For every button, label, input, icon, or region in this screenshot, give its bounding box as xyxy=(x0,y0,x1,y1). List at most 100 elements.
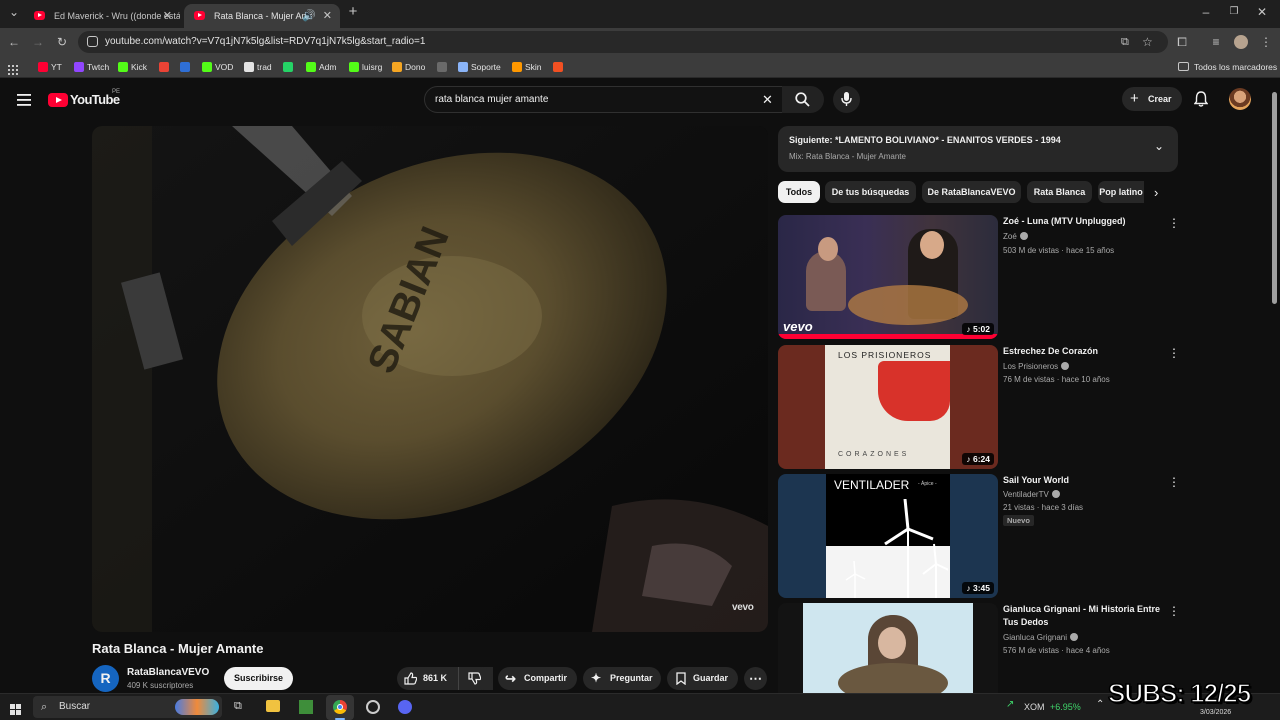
profile-avatar[interactable] xyxy=(1234,35,1248,49)
extensions-icon[interactable]: ⧠ xyxy=(1172,28,1192,56)
search-button[interactable] xyxy=(782,86,824,113)
bookmark-item[interactable]: Skin xyxy=(512,56,542,78)
recommendation-item[interactable]: LOS PRISIONEROS CORAZONES ♪ 6:24 Estrech… xyxy=(778,345,1180,469)
bookmark-item[interactable]: Twtch xyxy=(74,56,109,78)
bookmark-item[interactable] xyxy=(283,56,296,78)
restore-icon[interactable]: ❐ xyxy=(1224,0,1244,26)
scrollbar-thumb[interactable] xyxy=(1272,92,1277,304)
more-actions-button[interactable]: ⋯ xyxy=(744,667,767,690)
channel-name[interactable]: RataBlancaVEVO xyxy=(127,667,209,678)
notifications-bell-icon[interactable] xyxy=(1193,91,1209,107)
chip-rata-blanca[interactable]: Rata Blanca xyxy=(1027,181,1092,203)
recommendation-channel[interactable]: Los Prisioneros xyxy=(1003,362,1070,371)
window-close-icon[interactable]: ✕ xyxy=(1252,0,1272,26)
address-bar[interactable]: youtube.com/watch?v=V7q1jN7k5lg&list=RDV… xyxy=(78,31,1168,53)
audio-playing-icon[interactable]: 🔊 xyxy=(302,4,316,28)
video-player[interactable]: SABIAN vevo xyxy=(92,126,768,632)
search-input[interactable]: rata blanca mujer amante ✕ xyxy=(424,86,783,113)
chip-channel[interactable]: De RataBlancaVEVO xyxy=(922,181,1021,203)
recommendation-title[interactable]: Estrechez De Corazón xyxy=(1003,345,1163,358)
dislike-button[interactable] xyxy=(458,667,492,690)
verified-icon xyxy=(1019,232,1028,240)
bookmark-item[interactable] xyxy=(553,56,566,78)
task-view-icon[interactable]: ⧉ xyxy=(234,700,242,713)
share-icon: ↪ xyxy=(505,671,516,686)
save-button[interactable]: Guardar xyxy=(667,667,738,690)
bookmark-item[interactable]: Soporte xyxy=(458,56,501,78)
file-explorer-icon[interactable] xyxy=(266,700,280,712)
tab-ed-maverick[interactable]: Ed Maverick - Wru ((donde estás)) ✕ xyxy=(24,4,180,28)
discord-icon[interactable] xyxy=(398,700,412,714)
recommendation-channel[interactable]: VentiladerTV xyxy=(1003,490,1060,499)
bookmark-star-icon[interactable]: ☆ xyxy=(1142,31,1153,53)
up-next-panel[interactable]: Siguiente: *LAMENTO BOLIVIANO* - ENANITO… xyxy=(778,126,1178,172)
apps-grid-icon[interactable] xyxy=(8,62,18,75)
video-thumbnail[interactable] xyxy=(778,603,998,693)
minimize-icon[interactable]: – xyxy=(1196,0,1216,26)
close-tab-icon[interactable]: ✕ xyxy=(163,4,172,28)
back-icon[interactable]: ← xyxy=(4,28,24,56)
taskbar-search[interactable]: ⌕ Buscar xyxy=(33,696,222,718)
bookmark-favicon-icon xyxy=(244,62,254,72)
site-info-icon[interactable] xyxy=(87,36,98,47)
create-button[interactable]: + Crear xyxy=(1122,87,1182,111)
recommendation-title[interactable]: Zoé - Luna (MTV Unplugged) xyxy=(1003,215,1163,228)
bookmark-item[interactable]: trad xyxy=(244,56,272,78)
clear-search-icon[interactable]: ✕ xyxy=(762,87,773,112)
url-text[interactable]: youtube.com/watch?v=V7q1jN7k5lg&list=RDV… xyxy=(105,31,425,53)
more-vertical-icon[interactable]: ⋮ xyxy=(1168,347,1180,359)
voice-search-button[interactable] xyxy=(833,86,860,113)
reload-icon[interactable]: ↻ xyxy=(52,28,72,56)
new-tab-icon[interactable]: + xyxy=(343,0,363,26)
forward-icon[interactable]: → xyxy=(28,28,48,56)
minecraft-icon[interactable] xyxy=(299,700,313,714)
more-vertical-icon[interactable]: ⋮ xyxy=(1168,476,1180,488)
tray-chevron-up-icon[interactable]: ⌃ xyxy=(1096,699,1104,710)
chevron-right-icon[interactable]: › xyxy=(1154,185,1158,200)
channel-avatar[interactable]: R xyxy=(92,665,119,692)
chevron-down-icon[interactable]: ⌄ xyxy=(1154,139,1164,153)
all-bookmarks-folder[interactable]: Todos los marcadores xyxy=(1178,56,1277,78)
chrome-taskbar-button[interactable] xyxy=(326,695,354,720)
page-scrollbar[interactable] xyxy=(1270,80,1280,693)
recommendation-title[interactable]: Sail Your World xyxy=(1003,474,1163,487)
video-thumbnail[interactable]: LOS PRISIONEROS CORAZONES ♪ 6:24 xyxy=(778,345,998,469)
share-button[interactable]: ↪ Compartir xyxy=(498,667,577,690)
close-tab-icon[interactable]: ✕ xyxy=(323,4,332,28)
tab-search-icon[interactable]: ⌄ xyxy=(4,0,24,26)
recommendation-item[interactable]: vevo ♪ 5:02 Zoé - Luna (MTV Unplugged) Z… xyxy=(778,215,1180,339)
video-thumbnail[interactable]: vevo ♪ 5:02 xyxy=(778,215,998,339)
more-vertical-icon[interactable]: ⋮ xyxy=(1168,605,1178,617)
bookmark-item[interactable] xyxy=(159,56,172,78)
taskbar-date[interactable]: 3/03/2026 xyxy=(1200,709,1231,716)
up-next-title: Siguiente: *LAMENTO BOLIVIANO* - ENANITO… xyxy=(789,135,1061,145)
bookmark-item[interactable] xyxy=(180,56,193,78)
stock-ticker[interactable]: XOM xyxy=(1024,694,1045,720)
windows-start-icon[interactable] xyxy=(10,702,21,715)
tab-rata-blanca[interactable]: Rata Blanca - Mujer Amante 🔊 ✕ xyxy=(184,4,340,28)
bookmark-item[interactable]: VOD xyxy=(202,56,233,78)
chip-searches[interactable]: De tus búsquedas xyxy=(825,181,916,203)
bookmark-item[interactable] xyxy=(437,56,450,78)
chip-todos[interactable]: Todos xyxy=(778,181,820,203)
menu-dots-icon[interactable]: ⋮ xyxy=(1256,28,1276,56)
install-app-icon[interactable]: ⧉ xyxy=(1121,31,1129,53)
account-avatar[interactable] xyxy=(1229,88,1251,110)
media-control-icon[interactable]: ≡ xyxy=(1206,28,1226,56)
bookmark-item[interactable]: Adm xyxy=(306,56,336,78)
recommendation-title[interactable]: Gianluca Grignani - Mi Historia Entre Tu… xyxy=(1003,603,1163,629)
bookmark-item[interactable]: YT xyxy=(38,56,62,78)
bookmark-item[interactable]: luisrg xyxy=(349,56,382,78)
subscribe-button[interactable]: Suscribirse xyxy=(224,667,293,690)
video-thumbnail[interactable]: VENTILADER - Ápice - ♪ 3:45 xyxy=(778,474,998,598)
recommendation-channel[interactable]: Gianluca Grignani xyxy=(1003,633,1079,642)
obs-icon[interactable] xyxy=(366,700,380,714)
recommendation-channel[interactable]: Zoé xyxy=(1003,232,1028,241)
bookmark-item[interactable]: Dono xyxy=(392,56,425,78)
more-vertical-icon[interactable]: ⋮ xyxy=(1168,217,1180,229)
ask-button[interactable]: ✦ Preguntar xyxy=(583,667,661,690)
bookmark-item[interactable]: Kick xyxy=(118,56,147,78)
hamburger-menu-icon[interactable] xyxy=(17,93,31,106)
recommendation-item[interactable]: VENTILADER - Ápice - ♪ 3:45 Sail Your Wo… xyxy=(778,474,1180,598)
chip-pop-latino[interactable]: Pop latino xyxy=(1098,181,1144,203)
